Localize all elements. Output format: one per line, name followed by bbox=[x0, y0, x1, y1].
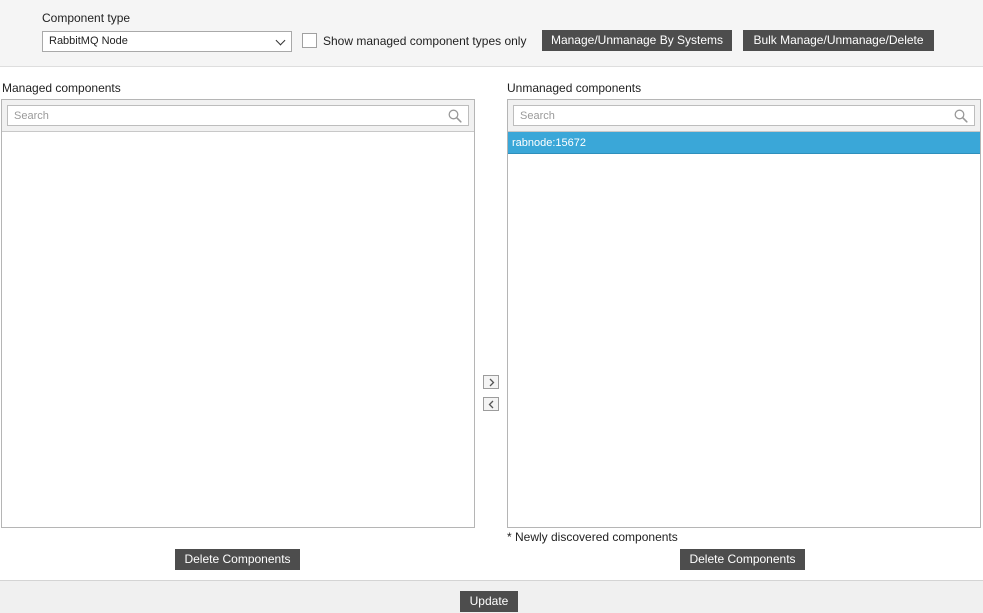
managed-components-list[interactable] bbox=[2, 132, 474, 527]
managed-search-area bbox=[2, 100, 474, 132]
chevron-right-icon bbox=[489, 378, 495, 387]
move-to-managed-button[interactable] bbox=[483, 397, 499, 411]
chevron-down-icon bbox=[275, 35, 286, 46]
delete-unmanaged-components-button[interactable]: Delete Components bbox=[680, 549, 805, 570]
component-type-label: Component type bbox=[42, 11, 131, 25]
list-item[interactable]: rabnode:15672 bbox=[508, 132, 980, 154]
unmanaged-components-title: Unmanaged components bbox=[507, 81, 642, 95]
managed-search-box bbox=[7, 105, 469, 126]
update-button[interactable]: Update bbox=[460, 591, 518, 612]
unmanaged-search-area bbox=[508, 100, 980, 132]
newly-discovered-note: * Newly discovered components bbox=[507, 530, 678, 544]
search-icon[interactable] bbox=[954, 109, 968, 123]
managed-components-title: Managed components bbox=[2, 81, 121, 95]
unmanaged-search-box bbox=[513, 105, 975, 126]
move-to-unmanaged-button[interactable] bbox=[483, 375, 499, 389]
component-type-bar: Component type RabbitMQ Node Show manage… bbox=[0, 0, 983, 67]
managed-components-panel bbox=[1, 99, 475, 528]
component-type-value: RabbitMQ Node bbox=[49, 35, 128, 47]
show-managed-checkbox[interactable] bbox=[302, 33, 317, 48]
unmanaged-components-panel: rabnode:15672 bbox=[507, 99, 981, 528]
delete-managed-components-button[interactable]: Delete Components bbox=[175, 549, 300, 570]
search-icon[interactable] bbox=[448, 109, 462, 123]
manage-by-systems-button[interactable]: Manage/Unmanage By Systems bbox=[542, 30, 732, 51]
component-type-select[interactable]: RabbitMQ Node bbox=[42, 31, 292, 52]
show-managed-label[interactable]: Show managed component types only bbox=[323, 34, 526, 48]
chevron-left-icon bbox=[488, 400, 494, 409]
footer-bar: Update bbox=[0, 580, 983, 613]
managed-search-input[interactable] bbox=[8, 106, 468, 125]
unmanaged-components-list[interactable]: rabnode:15672 bbox=[508, 132, 980, 527]
bulk-manage-button[interactable]: Bulk Manage/Unmanage/Delete bbox=[743, 30, 934, 51]
unmanaged-search-input[interactable] bbox=[514, 106, 974, 125]
